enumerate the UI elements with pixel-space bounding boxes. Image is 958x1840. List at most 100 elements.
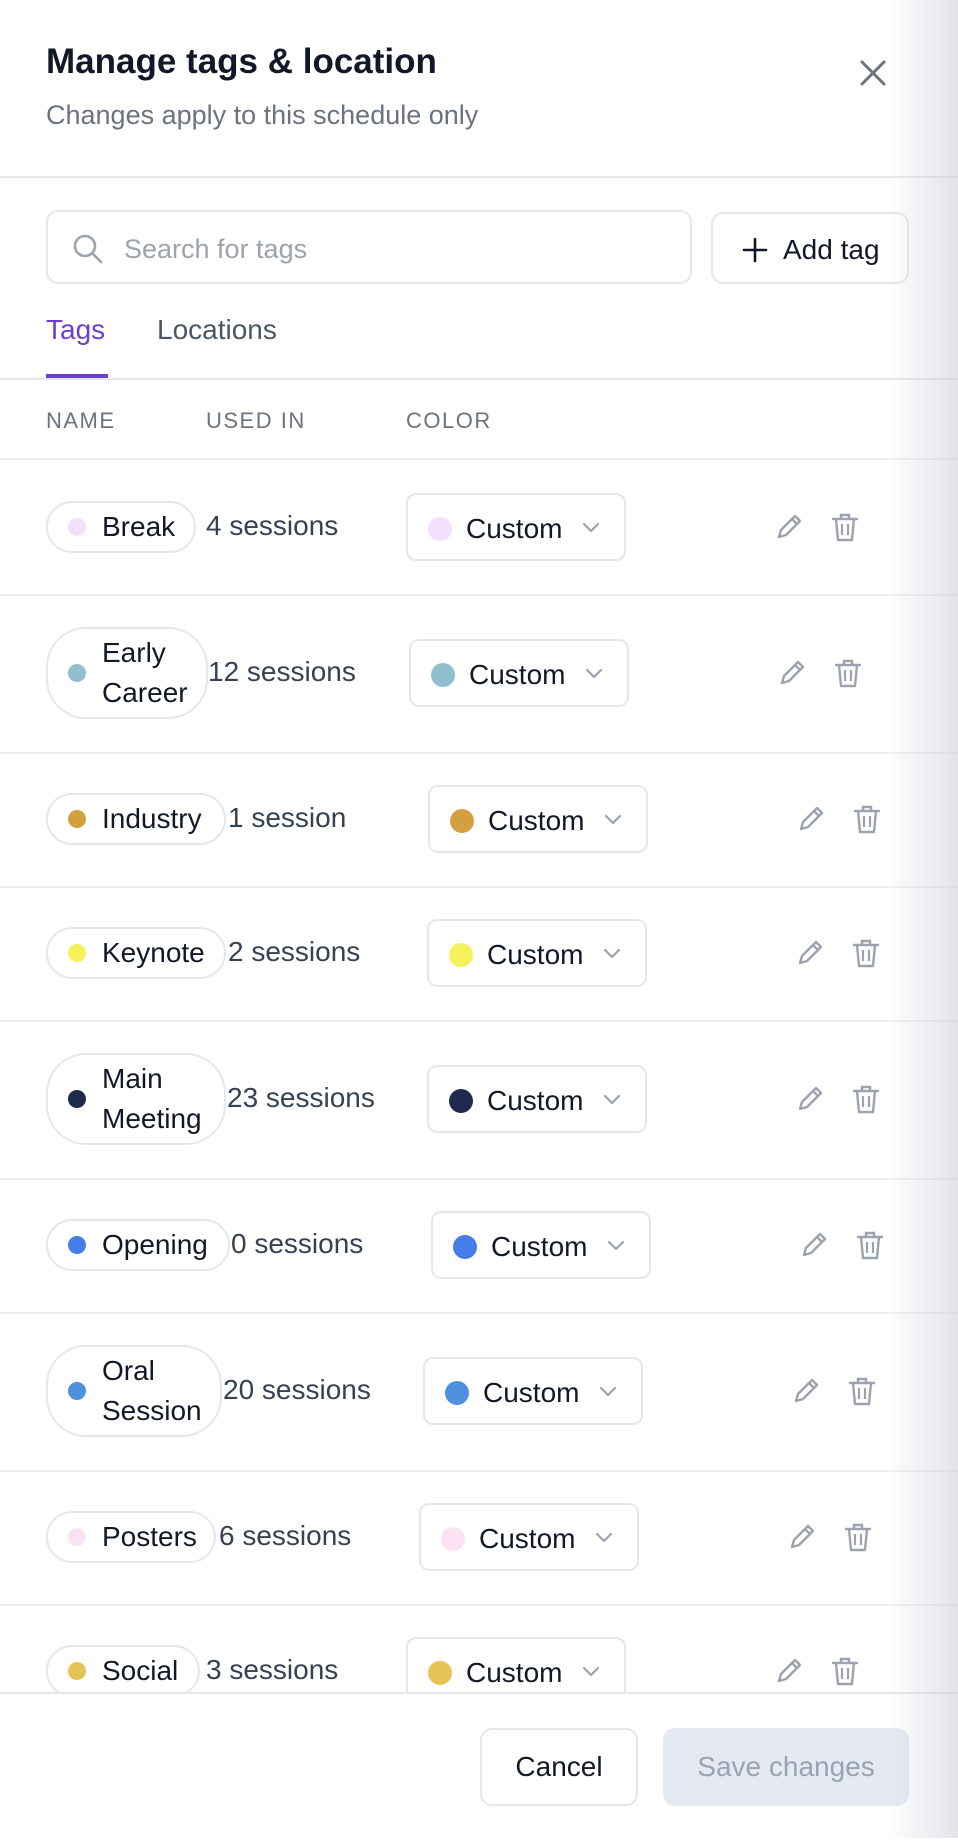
- chevron-down-icon: [604, 813, 622, 827]
- modal-footer: Cancel Save changes: [0, 1692, 958, 1840]
- delete-tag-button[interactable]: [853, 1228, 887, 1262]
- tag-pill: Posters: [46, 1511, 216, 1563]
- edit-tag-button[interactable]: [793, 936, 827, 970]
- chevron-down-icon: [599, 1385, 617, 1399]
- table-row: Main Meeting 23 sessions Custom: [0, 1020, 958, 1180]
- trash-icon: [845, 1377, 879, 1412]
- color-mode-label: Custom: [469, 659, 566, 690]
- color-dropdown[interactable]: Custom: [427, 919, 647, 987]
- color-dropdown[interactable]: Custom: [427, 1065, 647, 1133]
- color-dropdown[interactable]: Custom: [406, 493, 626, 561]
- chevron-down-icon: [585, 667, 603, 681]
- tag-used-in: 2 sessions: [228, 936, 361, 967]
- chevron-down-icon: [603, 1093, 621, 1107]
- chevron-down-icon: [603, 947, 621, 961]
- table-row: Industry 1 session Custom: [0, 752, 958, 888]
- trash-icon: [831, 659, 865, 694]
- color-dropdown[interactable]: Custom: [406, 1637, 626, 1692]
- delete-tag-button[interactable]: [828, 1654, 862, 1688]
- delete-tag-button[interactable]: [831, 656, 865, 690]
- color-dropdown[interactable]: Custom: [409, 639, 629, 707]
- tag-name: Posters: [102, 1521, 197, 1552]
- tag-used-in: 3 sessions: [206, 1654, 339, 1685]
- pencil-icon: [772, 514, 806, 548]
- tag-name: Social: [102, 1655, 179, 1686]
- pencil-icon: [789, 1378, 823, 1412]
- table-row: Keynote 2 sessions Custom: [0, 886, 958, 1022]
- tag-color-dot: [68, 944, 86, 962]
- pencil-icon: [793, 940, 827, 974]
- table-row: Oral Session 20 sessions Custom: [0, 1312, 958, 1472]
- chevron-down-icon: [607, 1239, 625, 1253]
- color-mode-label: Custom: [483, 1377, 580, 1408]
- trash-icon: [828, 1657, 862, 1692]
- edit-tag-button[interactable]: [772, 510, 806, 544]
- trash-icon: [849, 939, 883, 974]
- tag-color-dot: [68, 664, 86, 682]
- pencil-icon: [775, 660, 809, 694]
- edit-tag-button[interactable]: [794, 802, 828, 836]
- color-mode-label: Custom: [488, 805, 585, 836]
- tag-color-dot: [68, 1090, 86, 1108]
- delete-tag-button[interactable]: [849, 936, 883, 970]
- pencil-icon: [772, 1658, 806, 1692]
- delete-tag-button[interactable]: [841, 1520, 875, 1554]
- color-dropdown[interactable]: Custom: [423, 1357, 643, 1425]
- color-swatch: [445, 1381, 469, 1405]
- color-swatch: [449, 943, 473, 967]
- edit-tag-button[interactable]: [797, 1228, 831, 1262]
- color-swatch: [449, 1089, 473, 1113]
- tag-name: Oral Session: [102, 1355, 202, 1426]
- edit-tag-button[interactable]: [785, 1520, 819, 1554]
- tag-name: Keynote: [102, 937, 205, 968]
- edit-tag-button[interactable]: [775, 656, 809, 690]
- tag-color-dot: [68, 810, 86, 828]
- tag-used-in: 0 sessions: [231, 1228, 364, 1259]
- table-row: Early Career 12 sessions Custom: [0, 594, 958, 754]
- edit-tag-button[interactable]: [772, 1654, 806, 1688]
- color-mode-label: Custom: [466, 513, 563, 544]
- color-dropdown[interactable]: Custom: [428, 785, 648, 853]
- tag-used-in: 20 sessions: [223, 1374, 371, 1405]
- chevron-down-icon: [595, 1531, 613, 1545]
- edit-tag-button[interactable]: [789, 1374, 823, 1408]
- tag-pill: Oral Session: [46, 1345, 222, 1437]
- tag-pill: Opening: [46, 1219, 230, 1271]
- chevron-down-icon: [582, 521, 600, 535]
- tag-used-in: 12 sessions: [208, 656, 356, 687]
- color-swatch: [428, 1661, 452, 1685]
- pencil-icon: [797, 1232, 831, 1266]
- color-dropdown[interactable]: Custom: [419, 1503, 639, 1571]
- tag-color-dot: [68, 1528, 86, 1546]
- table-row: Opening 0 sessions Custom: [0, 1178, 958, 1314]
- trash-icon: [828, 513, 862, 548]
- tags-table-body: Break 4 sessions Custom Early Career 12 sess…: [0, 0, 958, 1692]
- trash-icon: [849, 1085, 883, 1120]
- color-swatch: [453, 1235, 477, 1259]
- cancel-button[interactable]: Cancel: [480, 1728, 638, 1806]
- color-mode-label: Custom: [487, 1085, 584, 1116]
- color-mode-label: Custom: [487, 939, 584, 970]
- color-dropdown[interactable]: Custom: [431, 1211, 651, 1279]
- tag-pill: Social: [46, 1645, 200, 1692]
- tag-pill: Break: [46, 501, 196, 553]
- tag-color-dot: [68, 518, 86, 536]
- color-mode-label: Custom: [491, 1231, 588, 1262]
- delete-tag-button[interactable]: [850, 802, 884, 836]
- edit-tag-button[interactable]: [793, 1082, 827, 1116]
- color-swatch: [441, 1527, 465, 1551]
- delete-tag-button[interactable]: [845, 1374, 879, 1408]
- pencil-icon: [793, 1086, 827, 1120]
- delete-tag-button[interactable]: [828, 510, 862, 544]
- delete-tag-button[interactable]: [849, 1082, 883, 1116]
- tag-used-in: 1 session: [228, 802, 347, 833]
- color-swatch: [431, 663, 455, 687]
- color-swatch: [428, 517, 452, 541]
- color-swatch: [450, 809, 474, 833]
- tag-name: Opening: [102, 1229, 208, 1260]
- trash-icon: [841, 1523, 875, 1558]
- table-row: Posters 6 sessions Custom: [0, 1470, 958, 1606]
- tag-color-dot: [68, 1382, 86, 1400]
- save-changes-button[interactable]: Save changes: [663, 1728, 909, 1806]
- tag-used-in: 4 sessions: [206, 510, 339, 541]
